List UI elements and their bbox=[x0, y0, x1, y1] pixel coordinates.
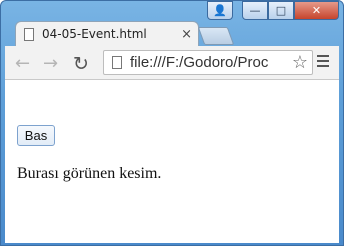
minimize-button[interactable]: — bbox=[242, 1, 268, 20]
url-text[interactable]: file:///F:/Godoro/Proc bbox=[130, 54, 268, 71]
forward-icon[interactable]: → bbox=[43, 53, 58, 74]
bas-button[interactable]: Bas bbox=[17, 125, 55, 146]
bookmark-star-icon[interactable]: ☆ bbox=[291, 52, 308, 73]
browser-tab[interactable]: 04-05-Event.html × bbox=[15, 21, 199, 46]
maximize-button[interactable]: □ bbox=[268, 1, 294, 20]
back-icon[interactable]: ← bbox=[15, 53, 30, 74]
toolbar: ← → ↻ file:///F:/Godoro/Proc ☆ bbox=[5, 46, 339, 80]
reload-icon[interactable]: ↻ bbox=[73, 53, 89, 75]
menu-icon[interactable] bbox=[317, 55, 329, 70]
address-bar[interactable]: file:///F:/Godoro/Proc ☆ bbox=[103, 50, 313, 75]
page-icon bbox=[24, 27, 34, 41]
close-window-button[interactable]: ✕ bbox=[294, 1, 339, 20]
page-content: Bas Burası görünen kesim. bbox=[5, 80, 339, 243]
tab-title: 04-05-Event.html bbox=[42, 27, 147, 41]
close-tab-icon[interactable]: × bbox=[181, 27, 192, 42]
window-controls: — □ ✕ bbox=[242, 1, 339, 21]
browser-window: 👤 — □ ✕ 04-05-Event.html × ← → ↻ file://… bbox=[0, 0, 344, 246]
page-icon bbox=[112, 56, 122, 69]
user-icon[interactable]: 👤 bbox=[207, 1, 233, 20]
new-tab-button[interactable] bbox=[197, 27, 235, 45]
paragraph-text: Burası görünen kesim. bbox=[17, 165, 162, 182]
profile-control[interactable]: 👤 bbox=[207, 1, 233, 21]
